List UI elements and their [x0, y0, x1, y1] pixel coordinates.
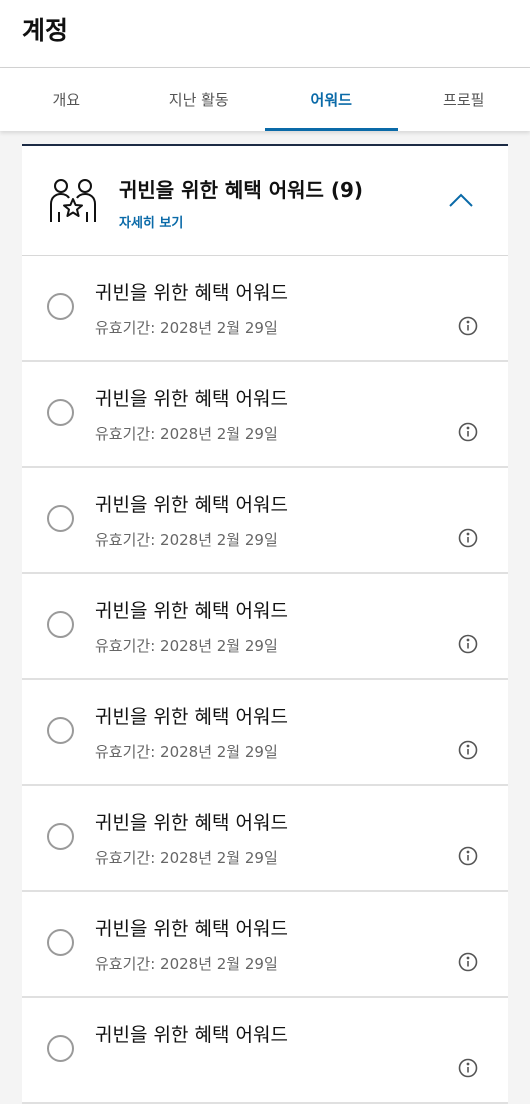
award-list-item[interactable]: 귀빈을 위한 혜택 어워드유효기간: 2028년 2월 29일: [22, 256, 508, 362]
award-select-radio[interactable]: [47, 717, 74, 744]
award-title: 귀빈을 위한 혜택 어워드: [95, 490, 288, 517]
info-icon[interactable]: [458, 634, 478, 654]
people-star-icon: [48, 178, 98, 224]
awards-card: 귀빈을 위한 혜택 어워드 (9) 자세히 보기 귀빈을 위한 혜택 어워드유효…: [22, 144, 508, 1104]
tab-overview[interactable]: 개요: [0, 68, 133, 131]
award-expiry: 유효기간: 2028년 2월 29일: [95, 317, 278, 338]
award-expiry: 유효기간: 2028년 2월 29일: [95, 529, 278, 550]
awards-card-header: 귀빈을 위한 혜택 어워드 (9) 자세히 보기: [22, 146, 508, 256]
award-title: 귀빈을 위한 혜택 어워드: [95, 914, 288, 941]
info-icon[interactable]: [458, 952, 478, 972]
app-header: 계정: [0, 0, 530, 68]
award-list-item[interactable]: 귀빈을 위한 혜택 어워드유효기간: 2028년 2월 29일: [22, 468, 508, 574]
award-expiry: 유효기간: 2028년 2월 29일: [95, 847, 278, 868]
awards-card-title: 귀빈을 위한 혜택 어워드 (9): [119, 174, 363, 203]
info-icon[interactable]: [458, 528, 478, 548]
info-icon[interactable]: [458, 422, 478, 442]
award-select-radio[interactable]: [47, 1035, 74, 1062]
award-list-item[interactable]: 귀빈을 위한 혜택 어워드유효기간: 2028년 2월 29일: [22, 574, 508, 680]
award-select-radio[interactable]: [47, 929, 74, 956]
award-select-radio[interactable]: [47, 823, 74, 850]
tab-profile[interactable]: 프로필: [398, 68, 530, 131]
award-list-item[interactable]: 귀빈을 위한 혜택 어워드유효기간: 2028년 2월 29일: [22, 786, 508, 892]
award-expiry: 유효기간: 2028년 2월 29일: [95, 953, 278, 974]
see-details-link[interactable]: 자세히 보기: [119, 212, 183, 231]
award-title: 귀빈을 위한 혜택 어워드: [95, 384, 288, 411]
award-title: 귀빈을 위한 혜택 어워드: [95, 596, 288, 623]
award-expiry: 유효기간: 2028년 2월 29일: [95, 423, 278, 444]
award-list-item[interactable]: 귀빈을 위한 혜택 어워드유효기간: 2028년 2월 29일: [22, 892, 508, 998]
info-icon[interactable]: [458, 740, 478, 760]
tab-awards[interactable]: 어워드: [265, 68, 398, 131]
award-title: 귀빈을 위한 혜택 어워드: [95, 808, 288, 835]
award-select-radio[interactable]: [47, 505, 74, 532]
page-title: 계정: [22, 11, 68, 47]
info-icon[interactable]: [458, 846, 478, 866]
award-select-radio[interactable]: [47, 293, 74, 320]
tab-past-activity[interactable]: 지난 활동: [133, 68, 266, 131]
chevron-up-icon[interactable]: [448, 191, 474, 209]
award-title: 귀빈을 위한 혜택 어워드: [95, 278, 288, 305]
award-title: 귀빈을 위한 혜택 어워드: [95, 702, 288, 729]
info-icon[interactable]: [458, 316, 478, 336]
info-icon[interactable]: [458, 1058, 478, 1078]
award-list-item[interactable]: 귀빈을 위한 혜택 어워드: [22, 998, 508, 1104]
tab-bar: 개요 지난 활동 어워드 프로필: [0, 68, 530, 131]
award-list: 귀빈을 위한 혜택 어워드유효기간: 2028년 2월 29일귀빈을 위한 혜택…: [22, 256, 508, 1104]
award-list-item[interactable]: 귀빈을 위한 혜택 어워드유효기간: 2028년 2월 29일: [22, 362, 508, 468]
award-expiry: 유효기간: 2028년 2월 29일: [95, 635, 278, 656]
award-list-item[interactable]: 귀빈을 위한 혜택 어워드유효기간: 2028년 2월 29일: [22, 680, 508, 786]
award-expiry: 유효기간: 2028년 2월 29일: [95, 741, 278, 762]
award-select-radio[interactable]: [47, 399, 74, 426]
award-title: 귀빈을 위한 혜택 어워드: [95, 1020, 288, 1047]
award-select-radio[interactable]: [47, 611, 74, 638]
